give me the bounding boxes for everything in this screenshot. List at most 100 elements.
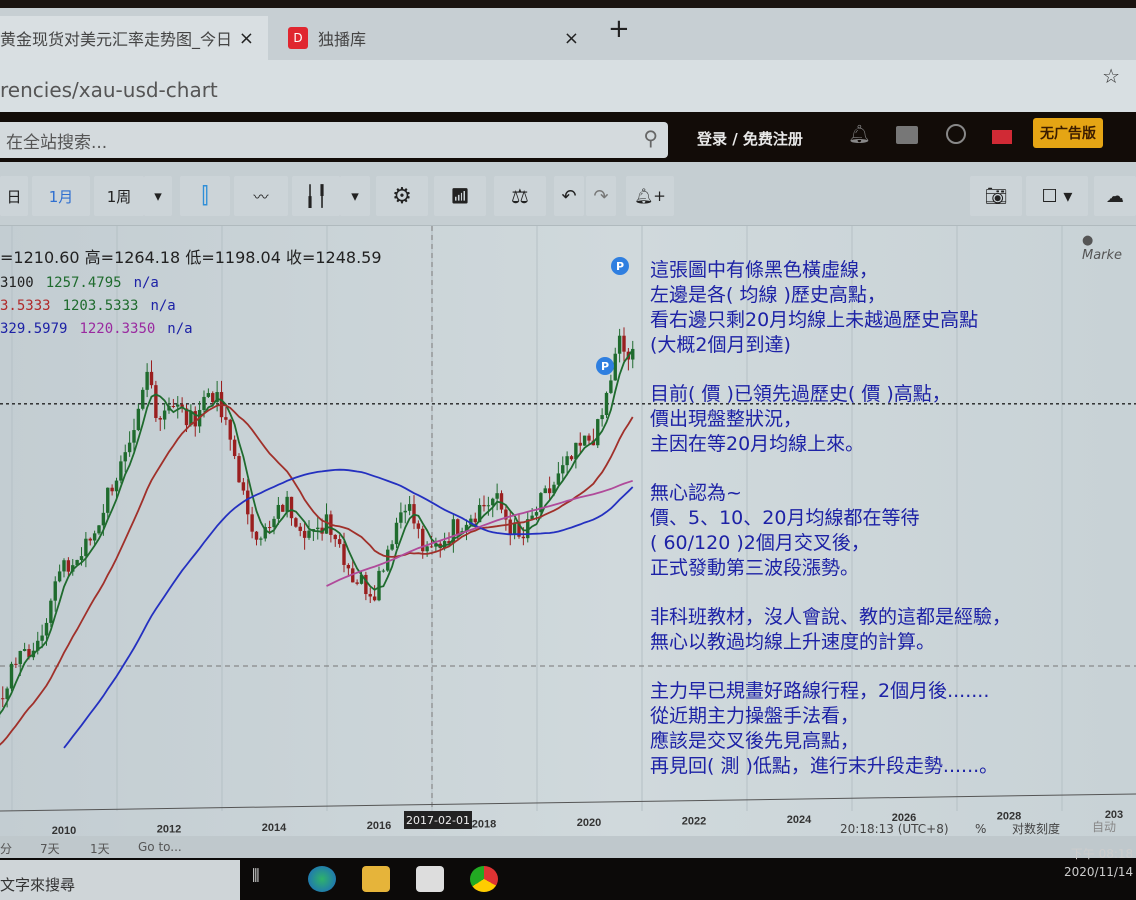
candlestick-icon[interactable]: ⫿: [180, 176, 230, 216]
candle-body: [407, 504, 412, 511]
tab-dubo[interactable]: D 独播库 ×: [278, 16, 593, 60]
search-icon[interactable]: ⚲: [643, 126, 658, 150]
range-1d[interactable]: 1天: [90, 840, 110, 857]
candle-body: [84, 538, 88, 557]
line-chart-icon[interactable]: 〰: [234, 176, 288, 216]
candle-body: [377, 570, 381, 601]
ma-value: 1203.5333: [62, 298, 139, 314]
period-day[interactable]: 日: [0, 176, 28, 216]
note-paragraph: 這張圖中有條黑色橫虛線， 左邊是各( 均線 )歷史高點， 看右邊只剩20月均線上未越…: [650, 258, 1011, 358]
candle-body: [495, 493, 499, 499]
auto-scale-toggle[interactable]: 自动: [1092, 818, 1116, 835]
dubo-logo-icon: D: [288, 27, 308, 49]
candle-body: [254, 531, 259, 540]
redo-icon[interactable]: ↷: [586, 176, 616, 216]
candle-body: [307, 530, 311, 538]
candle-body: [62, 560, 66, 572]
note-paragraph: 主力早已規畫好路線行程，2個月後....... 從近期主力操盤手法看， 應該是交叉後…: [650, 679, 1011, 779]
candle-body: [582, 435, 587, 446]
candle-body: [386, 549, 390, 571]
close-tab-icon[interactable]: ×: [564, 28, 579, 49]
bell-icon[interactable]: 🔔︎: [848, 124, 871, 145]
candle-body: [171, 406, 176, 408]
candle-body: [521, 536, 526, 539]
new-tab-button[interactable]: +: [608, 14, 630, 44]
candle-body: [237, 456, 241, 483]
go-to-date-button[interactable]: Go to...: [138, 840, 182, 854]
task-view-icon[interactable]: ⫴: [252, 866, 280, 892]
undo-icon[interactable]: ↶: [554, 176, 584, 216]
period-month[interactable]: 1月: [32, 176, 90, 216]
ma-legend-row: 3.5333 1203.5333 n/a: [0, 298, 382, 314]
url-text[interactable]: rencies/xau-usd-chart: [0, 78, 218, 102]
candle-body: [294, 518, 298, 527]
candle-body: [346, 564, 351, 569]
candle-body: [512, 523, 517, 535]
candle-body: [114, 480, 119, 492]
note-line: 無心認為~: [650, 482, 742, 504]
bar-chart-type-icon[interactable]: ╽╿: [292, 176, 340, 216]
indicators-icon[interactable]: 📶︎: [434, 176, 486, 216]
note-line: 價出現盤整狀況，: [650, 408, 803, 430]
candle-body: [543, 488, 547, 494]
candle-body: [88, 538, 92, 541]
percent-scale-toggle[interactable]: %: [975, 822, 986, 836]
candle-body: [556, 473, 561, 485]
candle-body: [613, 353, 617, 381]
period-week[interactable]: 1周: [94, 176, 144, 216]
cloud-save-icon[interactable]: ☁: [1094, 176, 1136, 216]
candle-body: [259, 538, 263, 540]
ma-20-line: [0, 403, 634, 746]
candle-body: [372, 596, 377, 601]
candle-body: [127, 442, 132, 453]
clock-icon[interactable]: [946, 124, 966, 144]
crosshair-date-label: 2017-02-01: [406, 814, 470, 827]
note-line: 再見回( 測 )低點，進行末升段走勢......。: [650, 755, 999, 777]
login-register-link[interactable]: 登录 / 免费注册: [697, 128, 803, 149]
close-tab-icon[interactable]: ×: [239, 28, 254, 49]
range-minute[interactable]: 分: [0, 840, 12, 857]
clock-time: 下午 08:18: [1070, 847, 1134, 861]
edge-icon[interactable]: [308, 866, 336, 892]
candle-body: [355, 582, 359, 584]
portfolio-briefcase-icon[interactable]: [896, 126, 918, 144]
period-dropdown-icon[interactable]: ▾: [144, 176, 172, 216]
candle-body: [250, 514, 254, 532]
candle-body: [368, 594, 372, 597]
candle-body: [337, 539, 342, 545]
candle-body: [298, 526, 302, 531]
layout-dropdown-icon[interactable]: ☐ ▾: [1026, 176, 1088, 216]
log-scale-toggle[interactable]: 对数刻度: [1012, 820, 1060, 837]
range-7d[interactable]: 7天: [40, 840, 60, 857]
x-tick-label: 2016: [367, 820, 391, 832]
taskbar-search[interactable]: 文字來搜尋: [0, 860, 240, 900]
market-status: ● Marke: [1082, 233, 1123, 263]
tab-bar: 黄金现货对美元汇率走势图_今日 × D 独播库 ×: [0, 8, 1136, 60]
flag-icon[interactable]: [992, 130, 1012, 144]
add-alert-bell-icon[interactable]: 🔔︎+: [626, 176, 674, 216]
file-explorer-icon[interactable]: [362, 866, 390, 892]
candle-body: [92, 533, 97, 541]
site-search-input[interactable]: 在全站搜索... ⚲: [0, 122, 668, 158]
candle-body: [456, 519, 460, 535]
store-icon[interactable]: [416, 866, 444, 892]
candle-body: [289, 496, 294, 519]
tab-gold-chart[interactable]: 黄金现货对美元汇率走势图_今日 ×: [0, 16, 268, 60]
chrome-icon[interactable]: [470, 866, 498, 892]
candle-body: [224, 417, 228, 420]
candle-body: [302, 530, 307, 538]
candle-body: [324, 514, 329, 534]
camera-snapshot-icon[interactable]: 📷︎: [970, 176, 1022, 216]
note-line: 非科班教材，沒人會說、教的這都是經驗，: [650, 606, 1012, 628]
settings-gear-icon[interactable]: ⚙: [376, 176, 428, 216]
ad-free-button[interactable]: 无广告版: [1033, 118, 1103, 148]
tab-title: 黄金现货对美元汇率走势图_今日: [0, 30, 233, 49]
system-clock: 下午 08:18 2020/11/14: [1064, 845, 1133, 881]
candle-body: [232, 439, 237, 457]
compare-scale-icon[interactable]: ⚖: [494, 176, 546, 216]
bookmark-star-icon[interactable]: ☆: [1102, 64, 1120, 88]
candle-body: [141, 389, 145, 409]
chart-type-dropdown-icon[interactable]: ▾: [340, 176, 370, 216]
note-line: 看右邊只剩20月均線上未越過歷史高點: [650, 309, 979, 331]
note-line: 主力早已規畫好路線行程，2個月後.......: [650, 680, 990, 702]
